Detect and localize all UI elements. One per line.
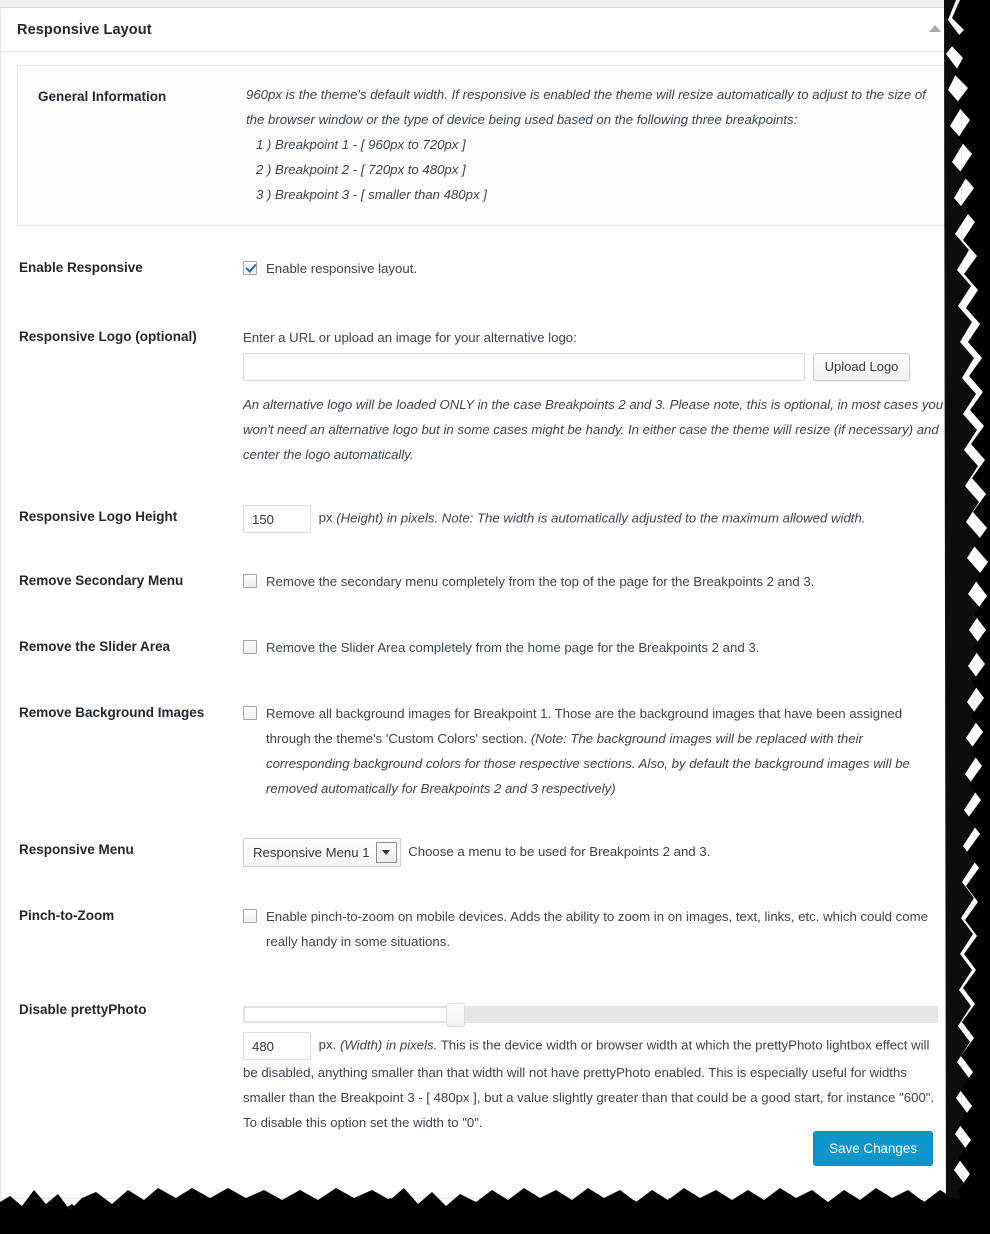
remove-background-images-checkbox[interactable]	[243, 706, 257, 720]
responsive-menu-description: Choose a menu to be used for Breakpoints…	[408, 843, 711, 859]
remove-background-images-label: Remove Background Images	[19, 705, 205, 720]
remove-secondary-menu-label: Remove Secondary Menu	[19, 573, 184, 588]
enable-responsive-checkbox-label: Enable responsive layout.	[266, 261, 418, 276]
prettyphoto-suffix: px.	[318, 1037, 340, 1053]
enable-responsive-content: Enable responsive layout.	[243, 256, 945, 281]
responsive-menu-select[interactable]: Responsive Menu 1	[243, 838, 401, 867]
pinch-to-zoom-checkbox[interactable]	[243, 909, 257, 923]
breakpoint-3-text: 3 ) Breakpoint 3 - [ smaller than 480px …	[256, 187, 487, 202]
responsive-logo-height-suffix: px	[318, 510, 337, 526]
triangle-up-icon[interactable]	[929, 25, 941, 32]
prettyphoto-width-slider[interactable]	[243, 1003, 938, 1027]
remove-secondary-menu-content: Remove the secondary menu completely fro…	[243, 569, 945, 594]
breakpoint-1-text: 1 ) Breakpoint 1 - [ 960px to 720px ]	[256, 137, 466, 152]
responsive-logo-height-input[interactable]	[243, 505, 311, 533]
row-remove-slider-area: Remove the Slider Area Remove the Slider…	[1, 635, 961, 660]
responsive-logo-height-note: (Height) in pixels. Note: The width is a…	[336, 510, 866, 526]
responsive-logo-height-label: Responsive Logo Height	[19, 509, 178, 524]
general-information-body: 960px is the theme's default width. If r…	[246, 82, 926, 207]
responsive-logo-label: Responsive Logo (optional)	[19, 329, 197, 344]
remove-slider-area-label: Remove the Slider Area	[19, 639, 171, 654]
remove-background-images-content: Remove all background images for Breakpo…	[243, 701, 945, 801]
row-remove-secondary-menu: Remove Secondary Menu Remove the seconda…	[1, 569, 961, 594]
remove-slider-area-checkbox[interactable]	[243, 640, 257, 654]
slider-handle[interactable]	[446, 1003, 465, 1027]
remove-secondary-menu-checkbox[interactable]	[243, 574, 257, 588]
row-remove-background-images: Remove Background Images Remove all back…	[1, 701, 961, 801]
row-disable-prettyphoto: Disable prettyPhoto px. (Width) in pixel…	[1, 998, 961, 1135]
disable-prettyphoto-label: Disable prettyPhoto	[19, 1002, 147, 1017]
remove-background-images-text: Remove all background images for Breakpo…	[266, 701, 945, 801]
save-button-wrap: Save Changes	[813, 1131, 933, 1166]
pinch-to-zoom-checkbox-label: Enable pinch-to-zoom on mobile devices. …	[266, 909, 928, 949]
page-title: Responsive Layout	[17, 22, 152, 38]
prettyphoto-suffix-italic: (Width) in pixels.	[339, 1037, 438, 1053]
enable-responsive-label: Enable Responsive	[19, 260, 143, 275]
responsive-logo-url-input[interactable]	[243, 353, 805, 381]
prettyphoto-width-input[interactable]	[243, 1032, 311, 1060]
row-responsive-logo-height: Responsive Logo Height px (Height) in pi…	[1, 505, 961, 533]
responsive-menu-selected-value: Responsive Menu 1	[253, 845, 370, 860]
window-top-strip	[0, 0, 962, 8]
row-responsive-logo: Responsive Logo (optional) Enter a URL o…	[1, 325, 961, 467]
row-enable-responsive: Enable Responsive Enable responsive layo…	[1, 256, 961, 281]
responsive-menu-label: Responsive Menu	[19, 842, 134, 857]
responsive-logo-intro: Enter a URL or upload an image for your …	[243, 330, 577, 345]
remove-slider-area-checkbox-label: Remove the Slider Area completely from t…	[266, 640, 760, 655]
responsive-menu-content: Responsive Menu 1 Choose a menu to be us…	[243, 838, 945, 867]
row-responsive-menu: Responsive Menu Responsive Menu 1 Choose…	[1, 838, 961, 867]
general-information-label: General Information	[38, 89, 167, 104]
general-information-paragraph: 960px is the theme's default width. If r…	[246, 87, 926, 127]
pinch-to-zoom-label: Pinch-to-Zoom	[19, 908, 115, 923]
panel-header: Responsive Layout	[1, 9, 961, 52]
disable-prettyphoto-content: px. (Width) in pixels. This is the devic…	[243, 998, 945, 1135]
slider-filled-track	[244, 1007, 452, 1022]
save-button[interactable]: Save Changes	[813, 1131, 933, 1166]
pinch-to-zoom-content: Enable pinch-to-zoom on mobile devices. …	[243, 904, 945, 954]
general-information-box: General Information 960px is the theme's…	[17, 65, 945, 226]
responsive-logo-content: Enter a URL or upload an image for your …	[243, 325, 945, 467]
enable-responsive-checkbox[interactable]	[243, 261, 257, 275]
responsive-layout-panel: Responsive Layout General Information 96…	[0, 9, 962, 1199]
chevron-down-icon[interactable]	[375, 842, 397, 863]
breakpoint-2-text: 2 ) Breakpoint 2 - [ 720px to 480px ]	[256, 162, 466, 177]
remove-slider-area-content: Remove the Slider Area completely from t…	[243, 635, 945, 660]
responsive-logo-height-content: px (Height) in pixels. Note: The width i…	[243, 505, 945, 533]
row-pinch-to-zoom: Pinch-to-Zoom Enable pinch-to-zoom on mo…	[1, 904, 961, 954]
upload-logo-button[interactable]: Upload Logo	[812, 353, 911, 381]
responsive-logo-note: An alternative logo will be loaded ONLY …	[243, 397, 944, 462]
remove-secondary-menu-checkbox-label: Remove the secondary menu completely fro…	[266, 574, 815, 589]
